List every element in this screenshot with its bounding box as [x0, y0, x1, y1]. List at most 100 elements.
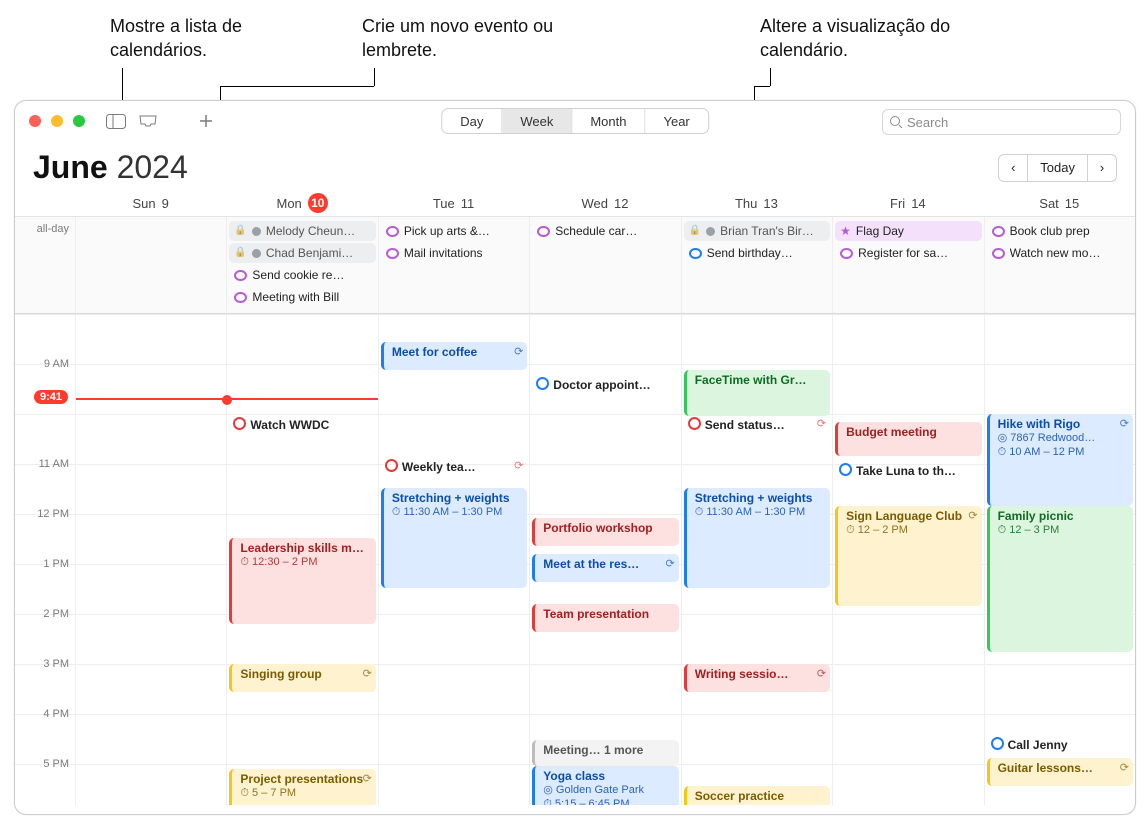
allday-event[interactable]: Send cookie re… [229, 265, 375, 285]
callout-new-event: Crie um novo evento ou lembrete. [362, 14, 582, 63]
callout-line [220, 86, 374, 87]
close-button[interactable] [29, 115, 41, 127]
time-grid[interactable]: 9 AM11 AM12 PM1 PM2 PM3 PM4 PM5 PM6 PM9:… [15, 314, 1135, 805]
allday-row: all-day🔒Melody Cheun…🔒Chad Benjami…Send … [15, 217, 1135, 314]
event[interactable]: Family picnic⏱ 12 – 3 PM [987, 506, 1133, 652]
day-header: Wed 12 [529, 190, 680, 216]
allday-event[interactable]: Book club prep [987, 221, 1133, 241]
hour-label: 9 AM [44, 358, 69, 370]
hour-label: 5 PM [43, 758, 69, 770]
event[interactable]: Portfolio workshop [532, 518, 678, 546]
allday-event[interactable]: 🔒Brian Tran's Bir… [684, 221, 830, 241]
day-header: Thu 13 [681, 190, 832, 216]
prev-week-button[interactable]: ‹ [998, 154, 1028, 182]
nav-buttons: ‹ Today › [998, 154, 1117, 182]
event[interactable]: Meeting… 1 more [532, 740, 678, 766]
allday-event[interactable]: ★Flag Day [835, 221, 981, 241]
year: 2024 [117, 149, 188, 185]
month-title: June 2024 [33, 149, 188, 186]
calendar-window: DayWeekMonthYear Search June 2024 ‹ Toda… [14, 100, 1136, 815]
calendar-grid: Sun 9Mon 10Tue 11Wed 12Thu 13Fri 14Sat 1… [15, 190, 1135, 811]
allday-event[interactable]: Meeting with Bill [229, 287, 375, 307]
allday-event[interactable]: 🔒Melody Cheun… [229, 221, 375, 241]
day-header: Sat 15 [984, 190, 1135, 216]
allday-cell[interactable]: Schedule car… [529, 217, 680, 313]
day-header: Tue 11 [378, 190, 529, 216]
event[interactable]: Soccer practice [684, 786, 830, 805]
day-header: Mon 10 [226, 190, 377, 216]
view-month[interactable]: Month [572, 109, 645, 133]
day-column[interactable]: Hike with Rigo◎ 7867 Redwood…⏱ 10 AM – 1… [984, 314, 1135, 805]
day-headers: Sun 9Mon 10Tue 11Wed 12Thu 13Fri 14Sat 1… [15, 190, 1135, 217]
allday-event[interactable]: 🔒Chad Benjami… [229, 243, 375, 263]
minimize-button[interactable] [51, 115, 63, 127]
inbox-button[interactable] [137, 112, 159, 130]
callout-line [754, 86, 770, 87]
day-column[interactable]: 9:41 [75, 314, 226, 805]
search-field[interactable]: Search [882, 109, 1121, 135]
callout-line [374, 68, 375, 86]
hour-label: 3 PM [43, 658, 69, 670]
event[interactable]: Doctor appoint… [532, 374, 678, 402]
view-year[interactable]: Year [645, 109, 707, 133]
allday-cell[interactable]: 🔒Melody Cheun…🔒Chad Benjami…Send cookie … [226, 217, 377, 313]
view-week[interactable]: Week [502, 109, 572, 133]
view-switcher: DayWeekMonthYear [441, 108, 709, 134]
search-placeholder: Search [907, 115, 948, 130]
event[interactable]: Team presentation [532, 604, 678, 632]
event[interactable]: Meet for coffee⟳ [381, 342, 527, 370]
day-header: Fri 14 [832, 190, 983, 216]
allday-cell[interactable]: Book club prepWatch new mo… [984, 217, 1135, 313]
hour-label: 2 PM [43, 608, 69, 620]
allday-label: all-day [15, 217, 75, 313]
event[interactable]: Budget meeting [835, 422, 981, 456]
callout-line [770, 68, 771, 86]
titlebar: DayWeekMonthYear Search [15, 101, 1135, 141]
day-column[interactable]: Watch WWDC Leadership skills meeting⏱ 12:… [226, 314, 377, 805]
toggle-sidebar-button[interactable] [105, 112, 127, 130]
hour-label: 4 PM [43, 708, 69, 720]
allday-event[interactable]: Register for sa… [835, 243, 981, 263]
view-day[interactable]: Day [442, 109, 502, 133]
event[interactable]: Weekly tea…⟳ [381, 456, 527, 484]
event[interactable]: Meet at the res…⟳ [532, 554, 678, 582]
allday-event[interactable]: Pick up arts &… [381, 221, 527, 241]
allday-cell[interactable]: Pick up arts &…Mail invitations [378, 217, 529, 313]
day-column[interactable]: FaceTime with Gr…Send status…⟳ Stretching… [681, 314, 832, 805]
allday-cell[interactable]: ★Flag DayRegister for sa… [832, 217, 983, 313]
event[interactable]: Hike with Rigo◎ 7867 Redwood…⏱ 10 AM – 1… [987, 414, 1133, 506]
event[interactable]: FaceTime with Gr… [684, 370, 830, 416]
allday-cell[interactable] [75, 217, 226, 313]
event[interactable]: Watch WWDC [229, 414, 375, 442]
hour-label: 1 PM [43, 558, 69, 570]
event[interactable]: Writing sessio…⟳ [684, 664, 830, 692]
allday-event[interactable]: Schedule car… [532, 221, 678, 241]
day-column[interactable]: Budget meeting Take Luna to th… Sign Langu… [832, 314, 983, 805]
event[interactable]: Singing group⟳ [229, 664, 375, 692]
hour-label: 11 AM [39, 458, 69, 470]
event[interactable]: Take Luna to th… [835, 460, 981, 488]
event[interactable]: Sign Language Club⏱ 12 – 2 PM⟳ [835, 506, 981, 606]
next-week-button[interactable]: › [1087, 154, 1117, 182]
month-name: June [33, 149, 108, 185]
new-event-button[interactable] [195, 112, 217, 130]
allday-event[interactable]: Send birthday… [684, 243, 830, 263]
event[interactable]: Guitar lessons…⟳ [987, 758, 1133, 786]
day-column[interactable]: Doctor appoint… Portfolio workshop Meet at… [529, 314, 680, 805]
allday-event[interactable]: Watch new mo… [987, 243, 1133, 263]
event[interactable]: Send status…⟳ [684, 414, 830, 442]
day-column[interactable]: Meet for coffee⟳ Weekly tea…⟳ Stretching +… [378, 314, 529, 805]
month-header: June 2024 ‹ Today › [15, 141, 1135, 190]
day-header: Sun 9 [75, 190, 226, 216]
hour-label: 12 PM [37, 508, 69, 520]
event[interactable]: Stretching + weights⏱ 11:30 AM – 1:30 PM [381, 488, 527, 588]
event[interactable]: Project presentations⏱ 5 – 7 PM⟳ [229, 769, 375, 805]
allday-event[interactable]: Mail invitations [381, 243, 527, 263]
fullscreen-button[interactable] [73, 115, 85, 127]
allday-cell[interactable]: 🔒Brian Tran's Bir…Send birthday… [681, 217, 832, 313]
today-button[interactable]: Today [1027, 154, 1088, 182]
event[interactable]: Stretching + weights⏱ 11:30 AM – 1:30 PM [684, 488, 830, 588]
callout-sidebar: Mostre a lista de calendários. [110, 14, 310, 63]
event[interactable]: Yoga class◎ Golden Gate Park⏱ 5:15 – 6:4… [532, 766, 678, 805]
event[interactable]: Leadership skills meeting⏱ 12:30 – 2 PM [229, 538, 375, 624]
